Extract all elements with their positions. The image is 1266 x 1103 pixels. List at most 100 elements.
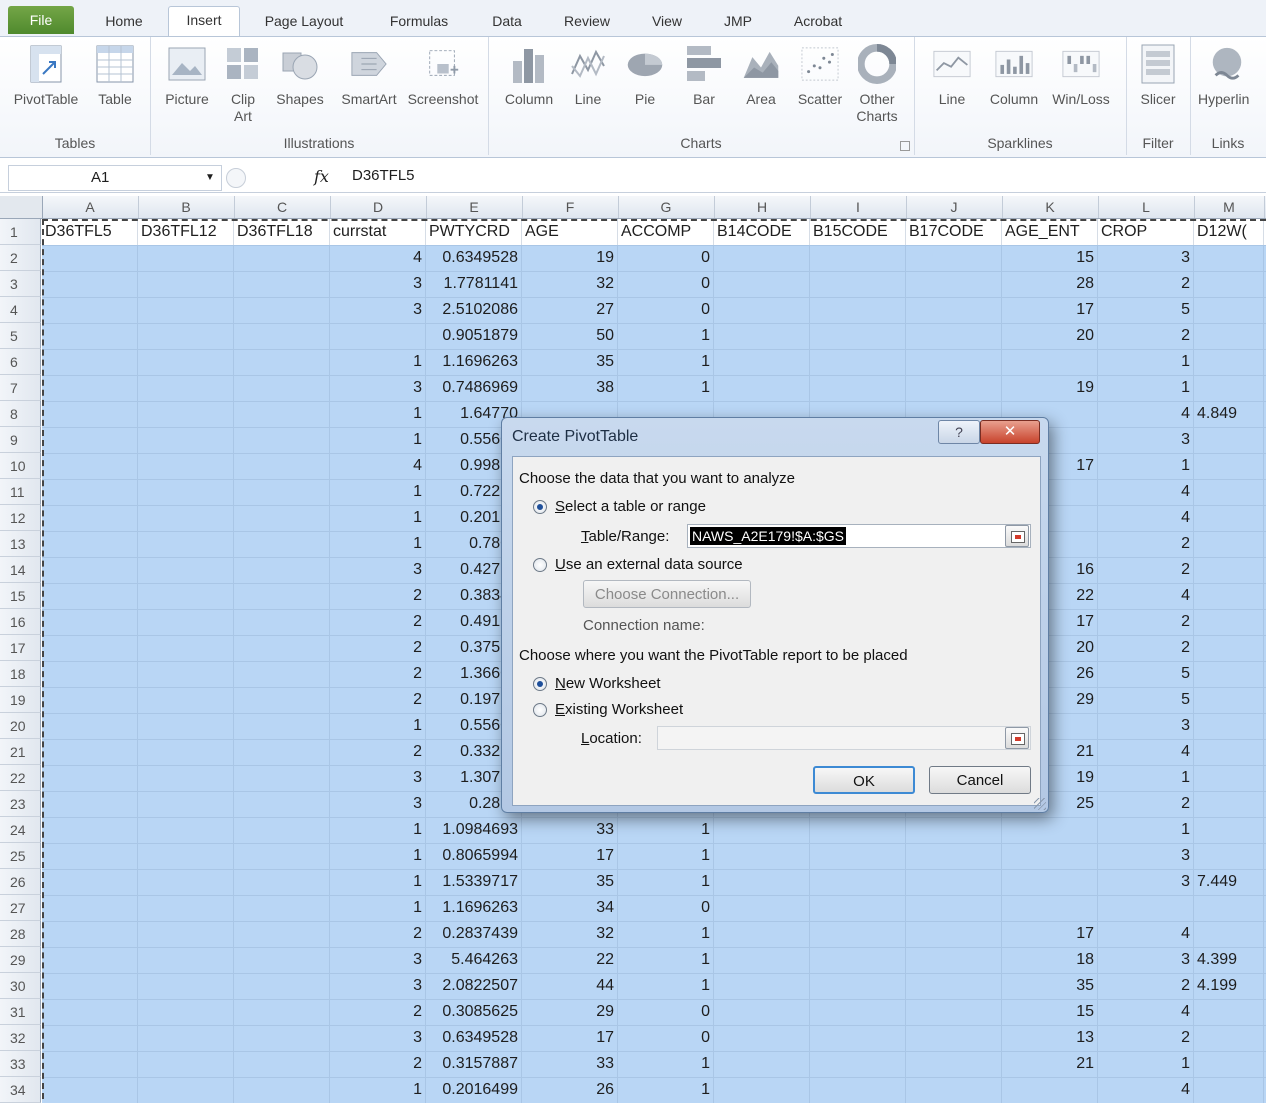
cell-f[interactable]: 35 xyxy=(522,869,618,895)
cell-g[interactable]: 0 xyxy=(618,1025,714,1051)
cell-i[interactable] xyxy=(810,817,906,843)
cell-c[interactable] xyxy=(234,271,330,297)
cell-j[interactable] xyxy=(906,245,1002,271)
cell-d[interactable]: 3 xyxy=(330,765,426,791)
cell-b[interactable] xyxy=(138,1051,234,1077)
cell-b[interactable] xyxy=(138,271,234,297)
header-cell-a[interactable]: D36TFL5 xyxy=(42,219,138,245)
clipart-button[interactable]: Clip Art xyxy=(222,43,264,125)
cell-f[interactable]: 17 xyxy=(522,843,618,869)
cell-m[interactable]: 4.199 xyxy=(1194,973,1264,999)
column-header-i[interactable]: I xyxy=(810,196,907,218)
row-header[interactable]: 33 xyxy=(0,1051,41,1077)
cell-m[interactable] xyxy=(1194,765,1264,791)
column-header-d[interactable]: D xyxy=(330,196,427,218)
row-header[interactable]: 14 xyxy=(0,557,41,583)
cell-k[interactable]: 28 xyxy=(1002,271,1098,297)
cell-d[interactable]: 1 xyxy=(330,401,426,427)
cell-a[interactable] xyxy=(42,635,138,661)
cell-j[interactable] xyxy=(906,349,1002,375)
cell-d[interactable]: 1 xyxy=(330,895,426,921)
cell-b[interactable] xyxy=(138,1077,234,1103)
cell-j[interactable] xyxy=(906,297,1002,323)
cell-i[interactable] xyxy=(810,349,906,375)
cell-m[interactable] xyxy=(1194,1025,1264,1051)
column-header-e[interactable]: E xyxy=(426,196,523,218)
cell-b[interactable] xyxy=(138,973,234,999)
cell-m[interactable] xyxy=(1194,609,1264,635)
cell-m[interactable] xyxy=(1194,375,1264,401)
cell-g[interactable]: 1 xyxy=(618,349,714,375)
sparkline-winloss-button[interactable]: Win/Loss xyxy=(1046,43,1116,108)
cell-m[interactable]: 7.449 xyxy=(1194,869,1264,895)
row-header[interactable]: 26 xyxy=(0,869,41,895)
cell-m[interactable] xyxy=(1194,453,1264,479)
cell-f[interactable]: 32 xyxy=(522,921,618,947)
cell-m[interactable] xyxy=(1194,739,1264,765)
cancel-button[interactable]: Cancel xyxy=(929,766,1031,794)
tab-review[interactable]: Review xyxy=(556,8,618,36)
cell-d[interactable]: 2 xyxy=(330,687,426,713)
cell-l[interactable]: 3 xyxy=(1098,947,1194,973)
header-cell-i[interactable]: B15CODE xyxy=(810,219,906,245)
cell-a[interactable] xyxy=(42,869,138,895)
cell-m[interactable] xyxy=(1194,713,1264,739)
resize-grip-icon[interactable] xyxy=(1034,798,1046,810)
tab-page-layout[interactable]: Page Layout xyxy=(252,8,356,36)
row-header[interactable]: 27 xyxy=(0,895,41,921)
row-header[interactable]: 16 xyxy=(0,609,41,635)
cell-b[interactable] xyxy=(138,947,234,973)
cell-c[interactable] xyxy=(234,479,330,505)
area-chart-button[interactable]: Area xyxy=(734,43,788,108)
cell-a[interactable] xyxy=(42,1025,138,1051)
cell-f[interactable]: 26 xyxy=(522,1077,618,1103)
row-header[interactable]: 24 xyxy=(0,817,41,843)
cell-h[interactable] xyxy=(714,1051,810,1077)
header-cell-g[interactable]: ACCOMP xyxy=(618,219,714,245)
cell-c[interactable] xyxy=(234,921,330,947)
cell-l[interactable]: 4 xyxy=(1098,999,1194,1025)
cell-a[interactable] xyxy=(42,947,138,973)
cell-b[interactable] xyxy=(138,245,234,271)
cell-l[interactable]: 4 xyxy=(1098,583,1194,609)
cell-e[interactable]: 1.5339717 xyxy=(426,869,522,895)
cell-b[interactable] xyxy=(138,297,234,323)
pivottable-button[interactable]: PivotTable xyxy=(6,43,86,108)
cell-k[interactable]: 13 xyxy=(1002,1025,1098,1051)
cell-j[interactable] xyxy=(906,375,1002,401)
cell-c[interactable] xyxy=(234,817,330,843)
cell-l[interactable]: 3 xyxy=(1098,843,1194,869)
chevron-down-icon[interactable]: ▼ xyxy=(205,166,215,190)
cell-d[interactable]: 1 xyxy=(330,531,426,557)
cell-m[interactable]: 4.399 xyxy=(1194,947,1264,973)
header-cell-m[interactable]: D12W( xyxy=(1194,219,1264,245)
cell-l[interactable]: 5 xyxy=(1098,687,1194,713)
cell-a[interactable] xyxy=(42,973,138,999)
cell-e[interactable]: 0.8065994 xyxy=(426,843,522,869)
cell-f[interactable]: 38 xyxy=(522,375,618,401)
table-range-input[interactable]: NAWS_A2E179!$A:$GS xyxy=(687,524,1031,548)
cell-b[interactable] xyxy=(138,817,234,843)
cell-a[interactable] xyxy=(42,739,138,765)
cell-j[interactable] xyxy=(906,271,1002,297)
cell-c[interactable] xyxy=(234,401,330,427)
cell-i[interactable] xyxy=(810,869,906,895)
radio-select-range[interactable] xyxy=(533,500,547,514)
cell-c[interactable] xyxy=(234,1051,330,1077)
cell-m[interactable] xyxy=(1194,687,1264,713)
cell-d[interactable]: 1 xyxy=(330,427,426,453)
row-header[interactable]: 12 xyxy=(0,505,41,531)
row-header[interactable]: 29 xyxy=(0,947,41,973)
radio-new-worksheet-label[interactable]: New Worksheet xyxy=(555,675,661,692)
cell-l[interactable]: 2 xyxy=(1098,323,1194,349)
cell-a[interactable] xyxy=(42,479,138,505)
cell-j[interactable] xyxy=(906,1051,1002,1077)
cell-l[interactable]: 2 xyxy=(1098,791,1194,817)
cell-c[interactable] xyxy=(234,947,330,973)
ok-button[interactable]: OK xyxy=(813,766,915,794)
cell-b[interactable] xyxy=(138,635,234,661)
radio-existing-worksheet-label[interactable]: Existing Worksheet xyxy=(555,701,683,718)
tab-home[interactable]: Home xyxy=(94,8,154,36)
row-header[interactable]: 34 xyxy=(0,1077,41,1103)
cell-a[interactable] xyxy=(42,401,138,427)
